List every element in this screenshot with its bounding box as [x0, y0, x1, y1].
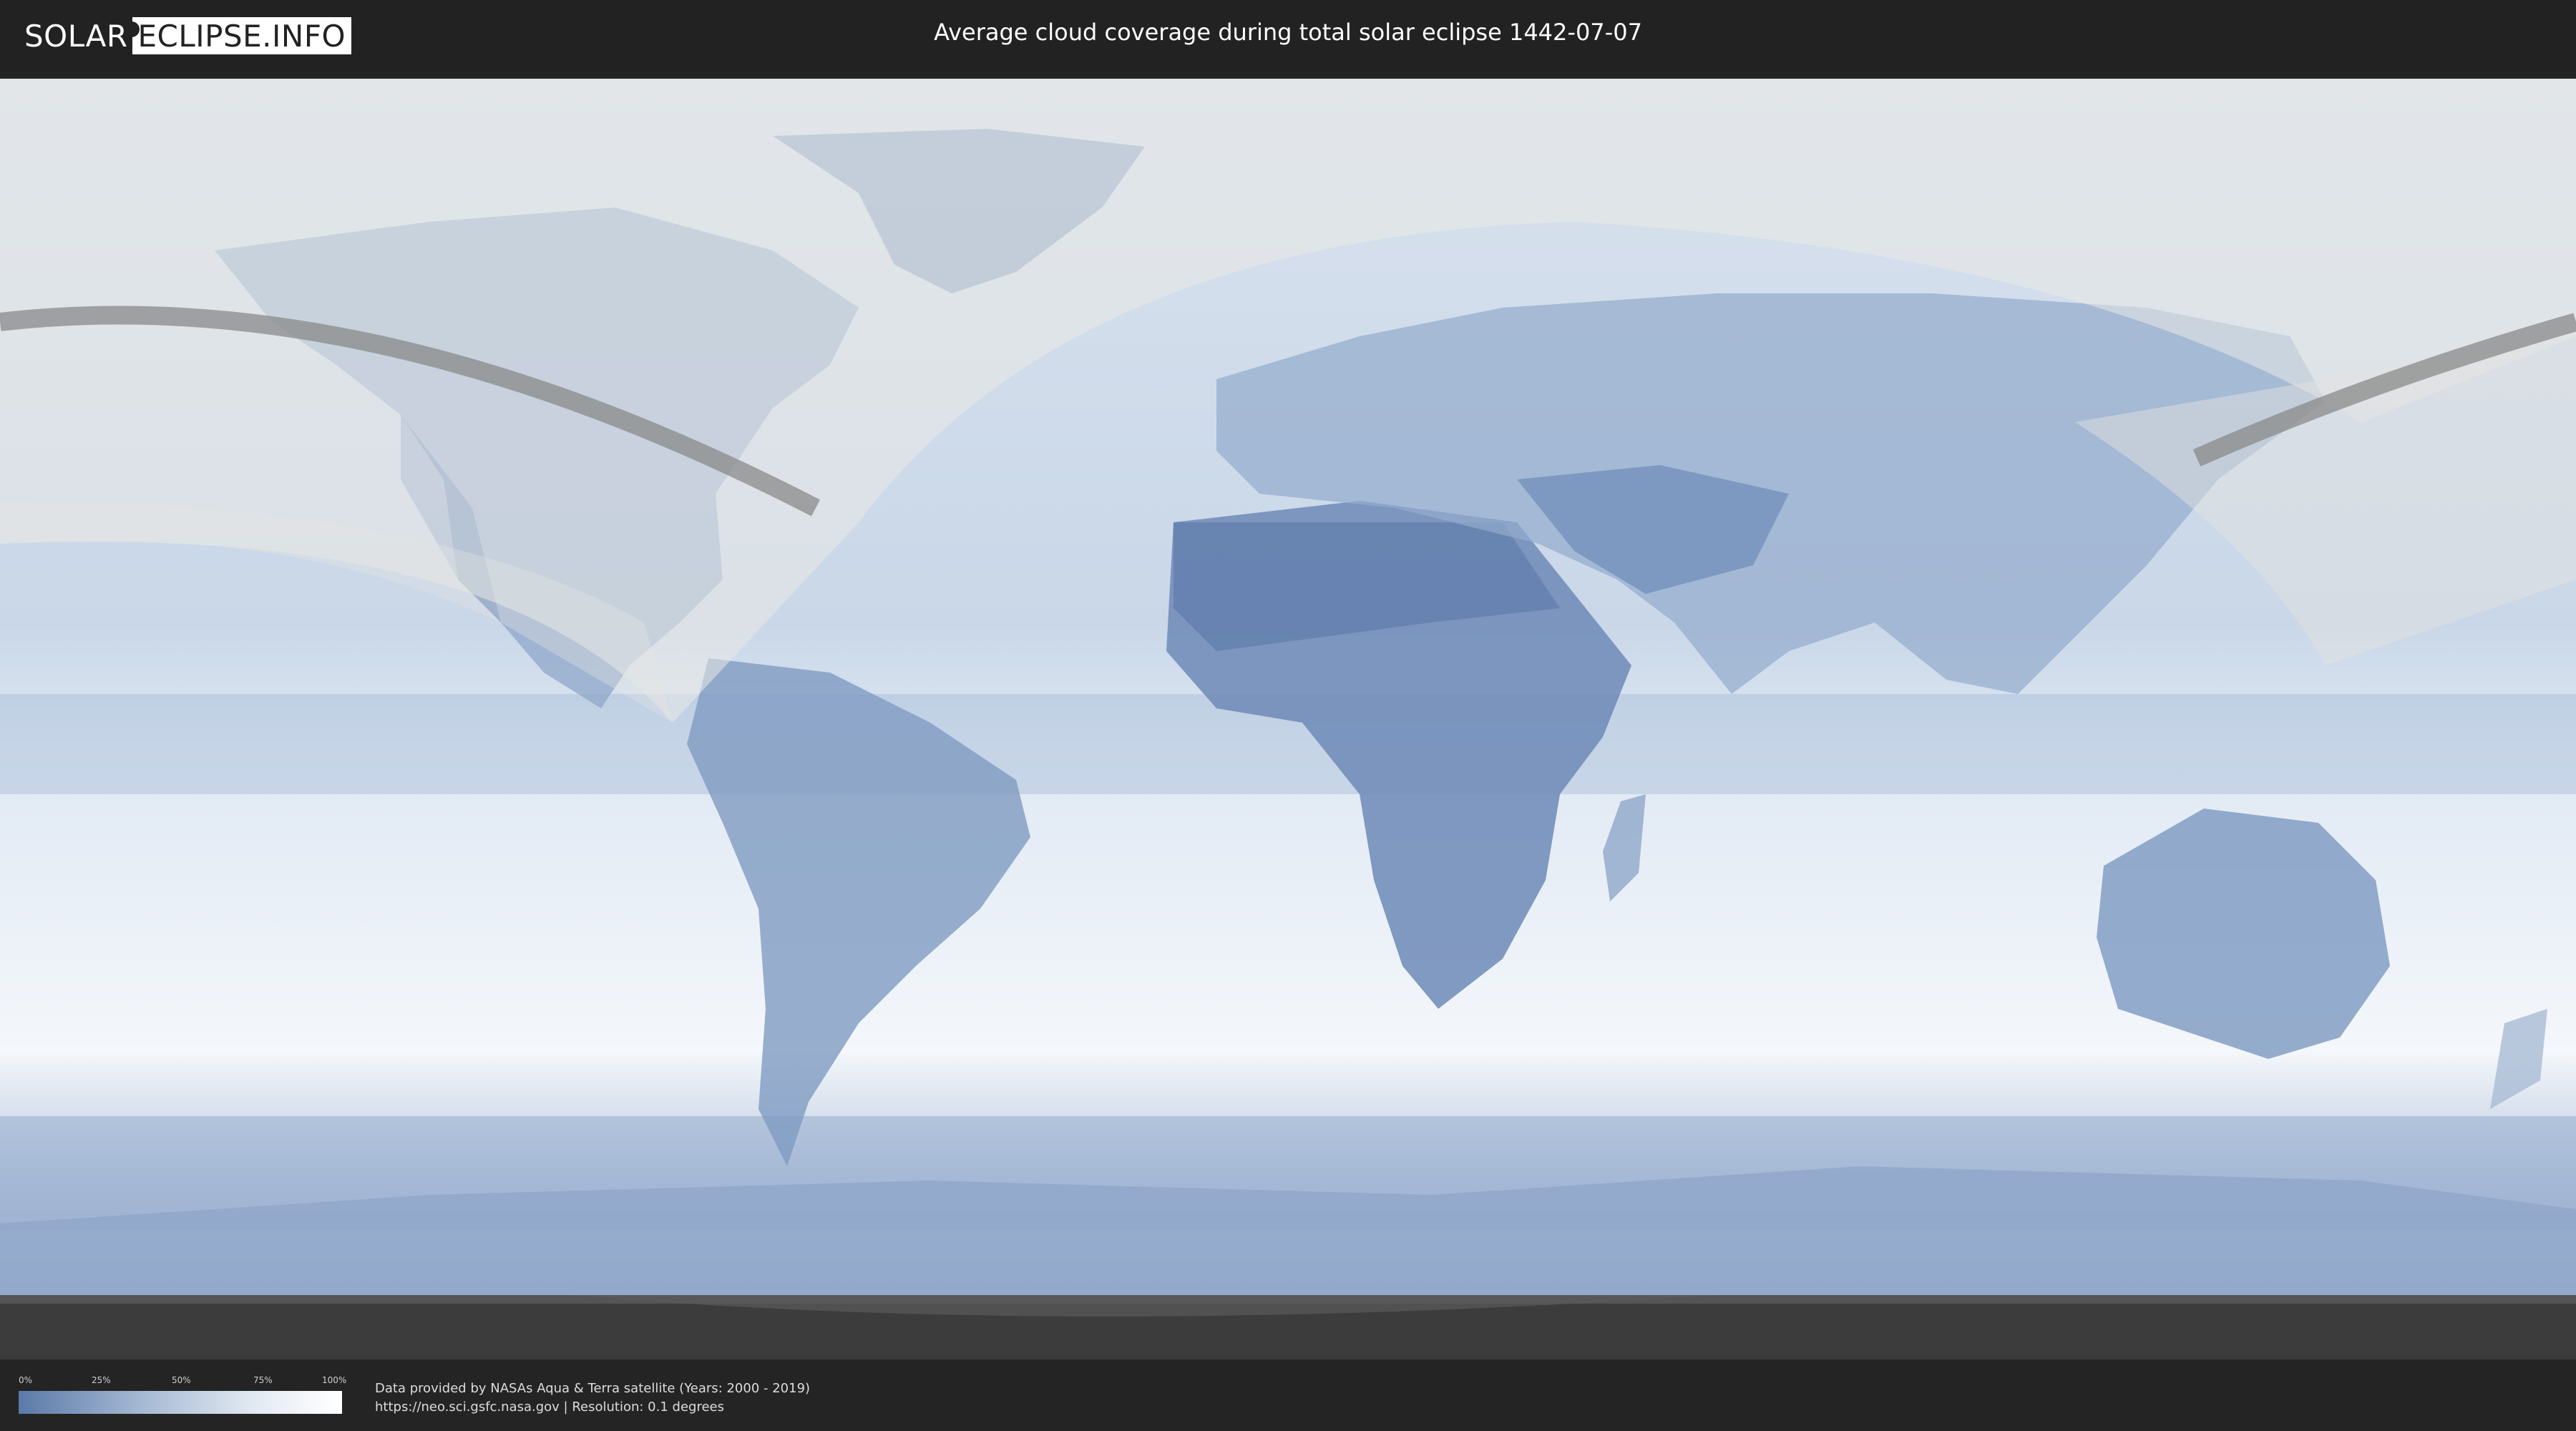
legend-tick-0: 0%	[19, 1375, 33, 1385]
data-source-line: https://neo.sci.gsfc.nasa.gov | Resoluti…	[375, 1400, 724, 1415]
map-title: Average cloud coverage during total sola…	[934, 19, 1642, 46]
cloud-coverage-legend-bar	[19, 1391, 342, 1414]
cloud-coverage-map	[0, 79, 2576, 1359]
legend-tick-75: 75%	[253, 1375, 273, 1385]
legend-tick-100: 100%	[322, 1375, 347, 1385]
legend-tick-50: 50%	[172, 1375, 191, 1385]
world-map-svg	[0, 79, 2576, 1359]
header-bar: SOLAR ECLIPSE.INFO Average cloud coverag…	[0, 0, 2576, 72]
data-credit-line: Data provided by NASAs Aqua & Terra sate…	[375, 1381, 811, 1396]
footer-bar: 0% 25% 50% 75% 100% Data provided by NAS…	[0, 1359, 2576, 1431]
legend-tick-25: 25%	[92, 1375, 111, 1385]
